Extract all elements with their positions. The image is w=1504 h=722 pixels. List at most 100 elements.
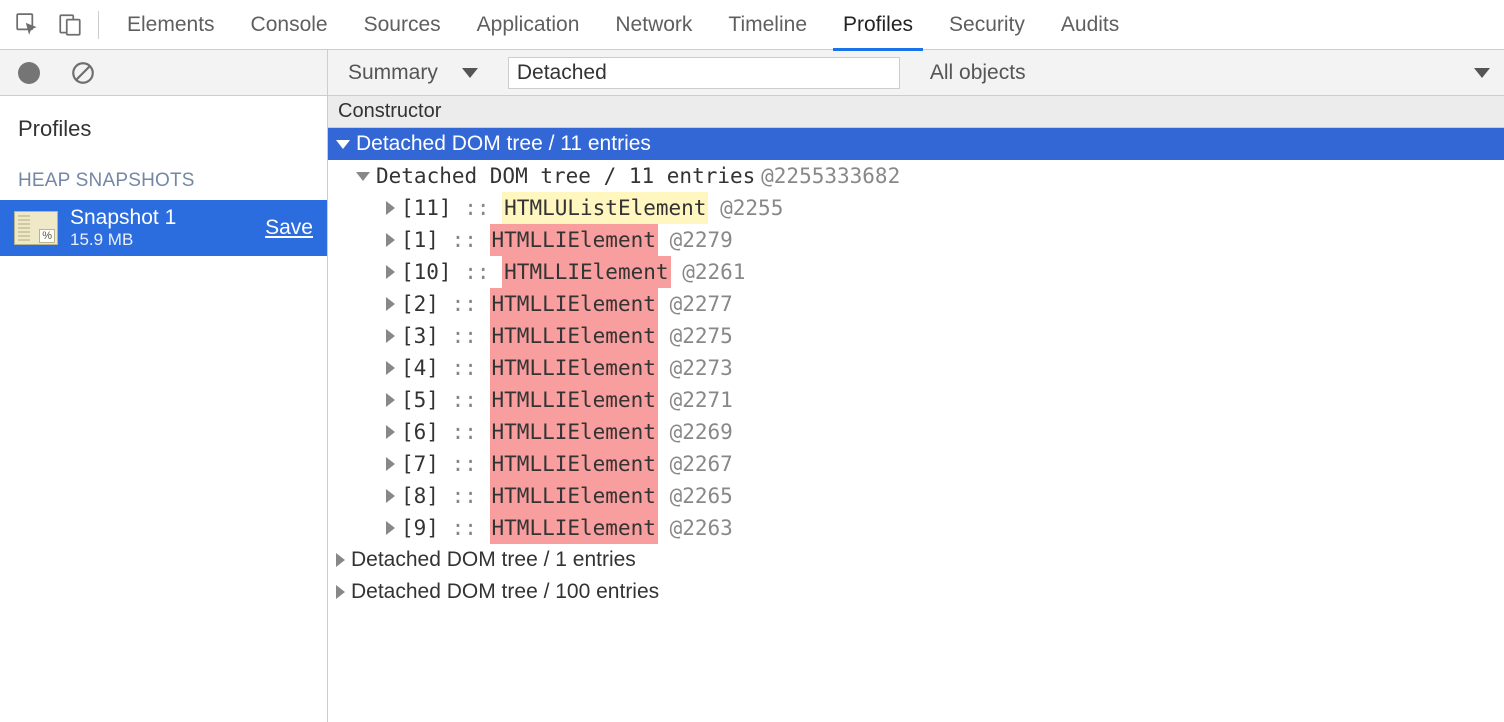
column-header-constructor[interactable]: Constructor [328, 96, 1504, 128]
tab-console[interactable]: Console [233, 0, 346, 50]
child-sep: :: [439, 384, 490, 416]
chevron-down-icon[interactable] [1474, 68, 1490, 78]
disclosure-triangle-icon[interactable] [386, 329, 395, 343]
disclosure-triangle-icon[interactable] [336, 140, 350, 149]
child-sep: :: [439, 320, 490, 352]
tab-sources[interactable]: Sources [346, 0, 459, 50]
view-mode-dropdown[interactable]: Summary [342, 61, 484, 85]
profiles-toolbar: Summary All objects [0, 50, 1504, 96]
disclosure-triangle-icon[interactable] [356, 172, 370, 181]
disclosure-triangle-icon[interactable] [386, 489, 395, 503]
disclosure-triangle-icon[interactable] [386, 393, 395, 407]
tree-row[interactable]: [4] :: HTMLLIElement @2273 [328, 352, 1504, 384]
sidebar-group-label: HEAP SNAPSHOTS [0, 152, 327, 200]
snapshot-save-link[interactable]: Save [265, 216, 313, 240]
child-index: [7] [401, 448, 439, 480]
tree-row[interactable]: Detached DOM tree / 11 entries @22553336… [328, 160, 1504, 192]
tree-row[interactable]: [5] :: HTMLLIElement @2271 [328, 384, 1504, 416]
object-id: @2265 [670, 480, 733, 512]
disclosure-triangle-icon[interactable] [386, 297, 395, 311]
snapshot-icon-pct: % [39, 229, 55, 243]
tab-timeline[interactable]: Timeline [710, 0, 825, 50]
tab-application[interactable]: Application [459, 0, 598, 50]
clear-icon[interactable] [70, 60, 96, 86]
tree-group-label: Detached DOM tree / 11 entries [356, 128, 651, 160]
tree-row[interactable]: [10] :: HTMLLIElement @2261 [328, 256, 1504, 288]
scope-dropdown[interactable]: All objects [924, 61, 1032, 85]
tree-row[interactable]: [11] :: HTMLUListElement @2255 [328, 192, 1504, 224]
tab-label: Elements [127, 13, 215, 37]
tab-audits[interactable]: Audits [1043, 0, 1137, 50]
snapshot-icon: % [14, 211, 58, 245]
disclosure-triangle-icon[interactable] [386, 233, 395, 247]
disclosure-triangle-icon[interactable] [386, 521, 395, 535]
child-sep: :: [439, 288, 490, 320]
devtools-tabbar: Elements Console Sources Application Net… [0, 0, 1504, 50]
child-sep: :: [439, 224, 490, 256]
constructor-tree: Detached DOM tree / 11 entries Detached … [328, 128, 1504, 608]
heap-snapshot-view: Constructor Detached DOM tree / 11 entri… [328, 96, 1504, 722]
object-id: @2273 [670, 352, 733, 384]
tree-row[interactable]: [8] :: HTMLLIElement @2265 [328, 480, 1504, 512]
tree-row[interactable]: [3] :: HTMLLIElement @2275 [328, 320, 1504, 352]
child-class: HTMLLIElement [490, 288, 658, 320]
tab-label: Network [615, 13, 692, 37]
tree-row[interactable]: [7] :: HTMLLIElement @2267 [328, 448, 1504, 480]
record-button[interactable] [18, 62, 40, 84]
tab-elements[interactable]: Elements [109, 0, 233, 50]
class-filter-input[interactable] [508, 57, 900, 89]
child-class: HTMLLIElement [490, 416, 658, 448]
child-index: [9] [401, 512, 439, 544]
child-index: [11] [401, 192, 452, 224]
object-id: @2277 [670, 288, 733, 320]
object-id: @2269 [670, 416, 733, 448]
snapshot-item[interactable]: % Snapshot 1 15.9 MB Save [0, 200, 327, 256]
tab-label: Application [477, 13, 580, 37]
snapshot-name: Snapshot 1 [70, 205, 253, 230]
object-id: @2267 [670, 448, 733, 480]
chevron-down-icon [462, 68, 478, 78]
tab-label: Audits [1061, 13, 1119, 37]
child-sep: :: [452, 192, 503, 224]
device-toggle-icon[interactable] [52, 7, 88, 43]
object-id: @2255333682 [761, 160, 900, 192]
child-index: [4] [401, 352, 439, 384]
disclosure-triangle-icon[interactable] [386, 457, 395, 471]
disclosure-triangle-icon[interactable] [386, 425, 395, 439]
tree-row[interactable]: [2] :: HTMLLIElement @2277 [328, 288, 1504, 320]
tree-row[interactable]: [1] :: HTMLLIElement @2279 [328, 224, 1504, 256]
child-sep: :: [439, 480, 490, 512]
object-id: @2271 [670, 384, 733, 416]
tree-row-label: Detached DOM tree / 11 entries [376, 160, 755, 192]
child-class: HTMLLIElement [502, 256, 670, 288]
tree-group-header[interactable]: Detached DOM tree / 11 entries [328, 128, 1504, 160]
tab-profiles[interactable]: Profiles [825, 0, 931, 50]
disclosure-triangle-icon[interactable] [336, 585, 345, 599]
child-index: [8] [401, 480, 439, 512]
tab-label: Profiles [843, 13, 913, 37]
child-index: [5] [401, 384, 439, 416]
child-class: HTMLLIElement [490, 480, 658, 512]
tree-group-row[interactable]: Detached DOM tree / 100 entries [328, 576, 1504, 608]
disclosure-triangle-icon[interactable] [336, 553, 345, 567]
child-index: [1] [401, 224, 439, 256]
tab-network[interactable]: Network [597, 0, 710, 50]
sidebar-title: Profiles [0, 96, 327, 152]
tree-row[interactable]: [9] :: HTMLLIElement @2263 [328, 512, 1504, 544]
tree-row[interactable]: [6] :: HTMLLIElement @2269 [328, 416, 1504, 448]
tab-label: Sources [364, 13, 441, 37]
inspect-icon[interactable] [10, 7, 46, 43]
child-class: HTMLLIElement [490, 320, 658, 352]
tab-security[interactable]: Security [931, 0, 1043, 50]
child-class: HTMLUListElement [502, 192, 708, 224]
child-index: [2] [401, 288, 439, 320]
tree-group-row[interactable]: Detached DOM tree / 1 entries [328, 544, 1504, 576]
disclosure-triangle-icon[interactable] [386, 265, 395, 279]
child-class: HTMLLIElement [490, 384, 658, 416]
child-sep: :: [439, 416, 490, 448]
tabbar-separator [98, 11, 99, 39]
disclosure-triangle-icon[interactable] [386, 201, 395, 215]
snapshot-size: 15.9 MB [70, 230, 253, 250]
disclosure-triangle-icon[interactable] [386, 361, 395, 375]
child-sep: :: [439, 512, 490, 544]
